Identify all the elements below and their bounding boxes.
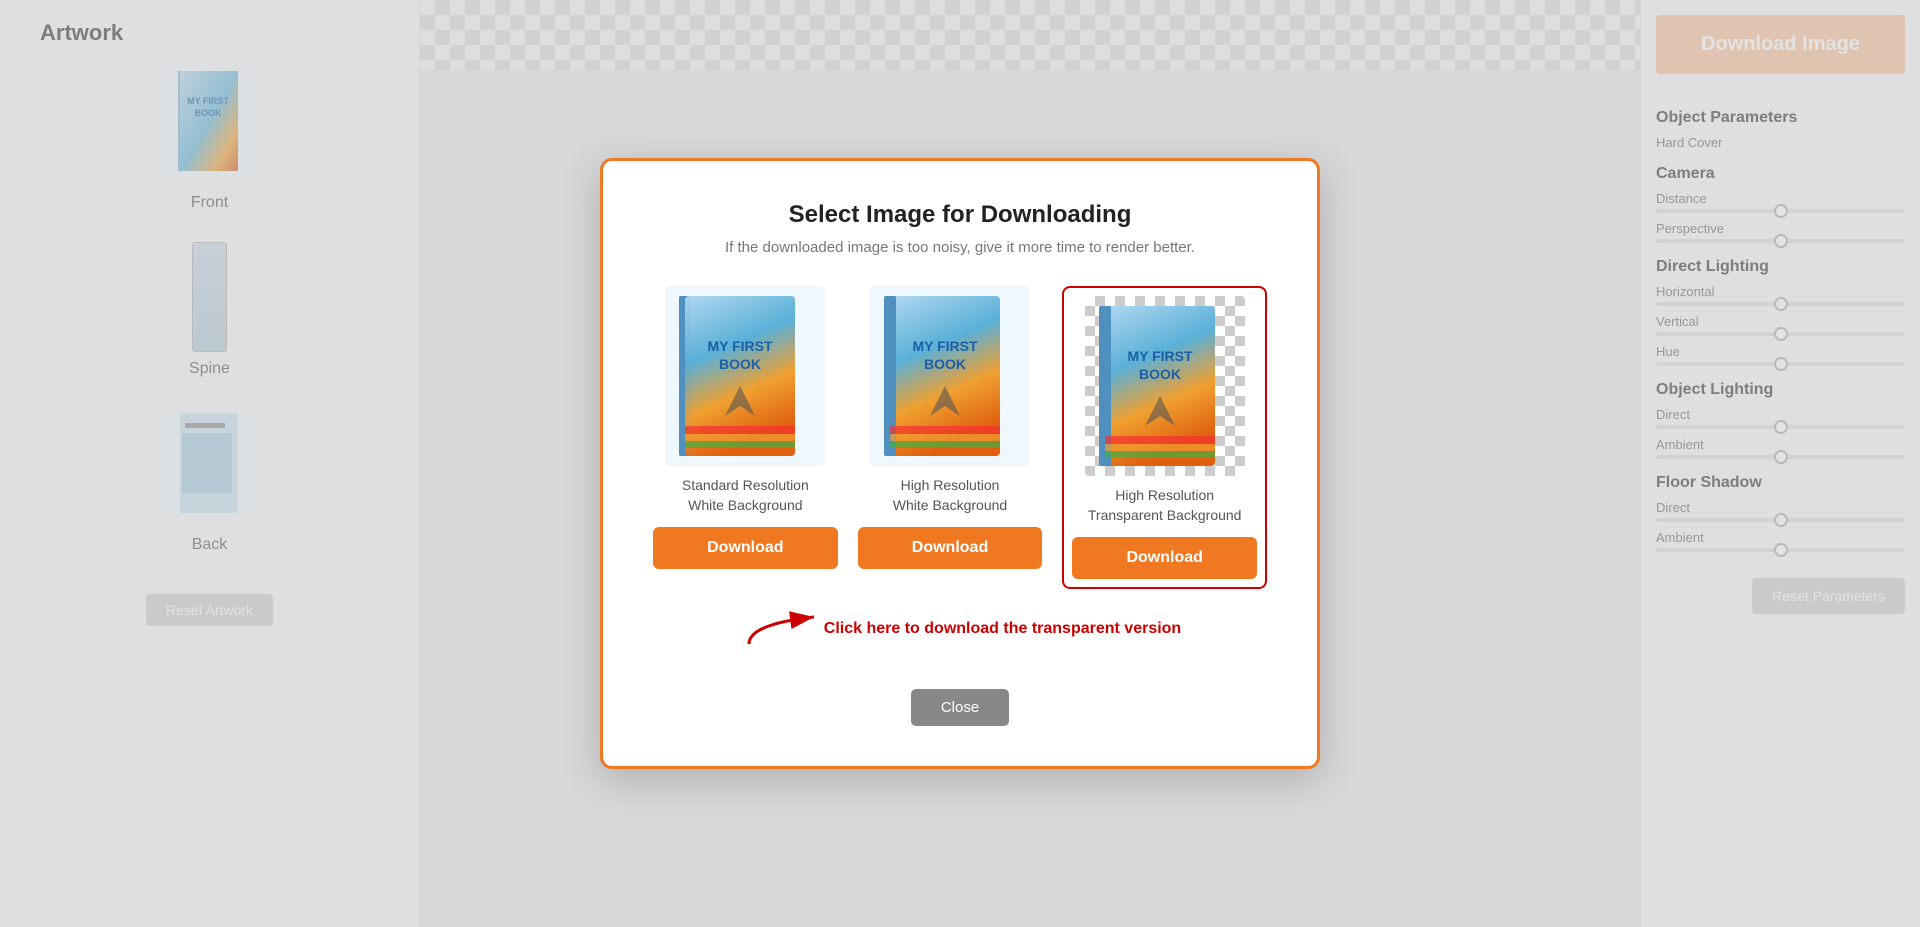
modal-overlay: Select Image for Downloading If the down… (0, 0, 1920, 927)
modal-dialog: Select Image for Downloading If the down… (600, 158, 1320, 769)
modal-options: MY FIRST BOOK Standard Resolution Whi (653, 286, 1267, 589)
book-svg-transparent: MY FIRST BOOK (1085, 296, 1245, 476)
download-button-high[interactable]: Download (858, 527, 1043, 569)
svg-text:BOOK: BOOK (719, 356, 761, 372)
svg-text:MY FIRST: MY FIRST (708, 338, 774, 354)
app-container: Artwork MY FIRST (0, 0, 1920, 927)
book-svg-standard: MY FIRST BOOK (665, 286, 825, 466)
hint-container: Click here to download the transparent v… (653, 609, 1267, 669)
arrow-icon (739, 609, 819, 649)
svg-text:BOOK: BOOK (924, 356, 966, 372)
preview-high: MY FIRST BOOK (870, 286, 1030, 466)
download-button-standard[interactable]: Download (653, 527, 838, 569)
transparent-hint: Click here to download the transparent v… (739, 609, 1181, 649)
close-button[interactable]: Close (911, 689, 1009, 726)
svg-text:MY FIRST: MY FIRST (912, 338, 978, 354)
option-label-high: High Resolution White Background (893, 476, 1007, 515)
option-label-transparent: High Resolution Transparent Background (1088, 486, 1242, 525)
option-high: MY FIRST BOOK High Resolution White Back… (858, 286, 1043, 589)
modal-title: Select Image for Downloading (653, 201, 1267, 229)
preview-standard: MY FIRST BOOK (665, 286, 825, 466)
option-label-standard: Standard Resolution White Background (682, 476, 809, 515)
download-button-transparent[interactable]: Download (1072, 537, 1257, 579)
svg-text:BOOK: BOOK (1139, 366, 1181, 382)
option-transparent: MY FIRST BOOK High Resolution Transparen… (1062, 286, 1267, 589)
preview-transparent: MY FIRST BOOK (1085, 296, 1245, 476)
svg-text:MY FIRST: MY FIRST (1127, 348, 1193, 364)
book-svg-high: MY FIRST BOOK (870, 286, 1030, 466)
modal-subtitle: If the downloaded image is too noisy, gi… (653, 239, 1267, 256)
option-standard: MY FIRST BOOK Standard Resolution Whi (653, 286, 838, 589)
